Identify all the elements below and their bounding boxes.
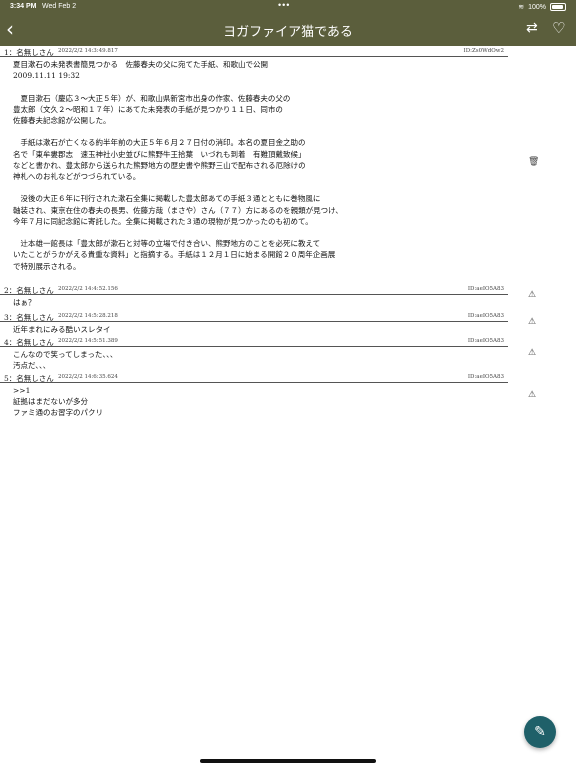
post-timestamp: 2022/2/2 14:6:35.624: [58, 373, 118, 380]
compose-button[interactable]: ✎: [524, 716, 556, 748]
warning-icon[interactable]: ⚠: [528, 390, 536, 400]
warning-icon[interactable]: ⚠: [528, 317, 536, 327]
status-right: ≋ 100%: [518, 3, 566, 11]
home-indicator[interactable]: [200, 759, 376, 763]
post-timestamp: 2022/2/2 14:5:51.389: [58, 337, 118, 344]
post-body: 近年まれにみる酷いスレタイ: [13, 325, 111, 334]
post-5: 5：名無しさん 2022/2/2 14:6:35.624 ID:aeIO5A83…: [0, 372, 508, 419]
warning-icon[interactable]: ⚠: [528, 348, 536, 358]
status-date: Wed Feb 2: [42, 3, 77, 10]
post-body: こんなので笑ってしまった、、、 汚点だ、、、: [13, 350, 118, 371]
post-3: 3：名無しさん 2022/2/2 14:5:28.218 ID:aeIO5A83…: [0, 311, 508, 335]
post-author[interactable]: 1：名無しさん: [4, 47, 54, 58]
post-timestamp: 2022/2/2 14:3:49.817: [58, 47, 118, 54]
post-2: 2：名無しさん 2022/2/2 14:4:52.156 ID:aeIO5A83…: [0, 284, 508, 308]
post-body: 夏目漱石の未発表書簡見つかる 佐藤春夫の父に宛てた手紙、和歌山で公開 2009.…: [13, 60, 343, 271]
warning-icon[interactable]: ⚠: [528, 290, 536, 300]
battery-percent: 100%: [528, 3, 546, 11]
trash-icon[interactable]: 🗑: [528, 157, 539, 167]
post-body: >>1 証拠はまだないが多分 ファミ通のお習字のパクリ: [13, 386, 103, 418]
post-header: 2：名無しさん 2022/2/2 14:4:52.156 ID:aeIO5A83: [0, 284, 508, 295]
post-timestamp: 2022/2/2 14:4:52.156: [58, 285, 118, 292]
post-author[interactable]: 2：名無しさん: [4, 285, 54, 296]
status-time: 3:34 PM: [10, 3, 37, 10]
post-1: 1：名無しさん 2022/2/2 14:3:49.817 ID:Zs0WdOw2…: [0, 46, 508, 272]
post-id[interactable]: ID:aeIO5A83: [468, 374, 504, 380]
heart-icon[interactable]: ♡: [552, 19, 565, 37]
post-header: 5：名無しさん 2022/2/2 14:6:35.624 ID:aeIO5A83: [0, 372, 508, 383]
post-header: 3：名無しさん 2022/2/2 14:5:28.218 ID:aeIO5A83: [0, 311, 508, 322]
post-author[interactable]: 5：名無しさん: [4, 373, 54, 384]
sync-icon[interactable]: ⇄: [526, 20, 538, 36]
navigation-bar: ‹ ヨガファイア猫である ⇄ ♡: [0, 14, 576, 46]
post-author[interactable]: 3：名無しさん: [4, 312, 54, 323]
post-id[interactable]: ID:aeIO5A83: [468, 286, 504, 292]
post-id[interactable]: ID:aeIO5A83: [468, 313, 504, 319]
post-header: 4：名無しさん 2022/2/2 14:5:51.389 ID:aeIO5A83: [0, 336, 508, 347]
post-id[interactable]: ID:aeIO5A83: [468, 338, 504, 344]
post-timestamp: 2022/2/2 14:5:28.218: [58, 312, 118, 319]
status-bar: 3:34 PM Wed Feb 2 ••• ≋ 100%: [0, 0, 576, 14]
thread-title: ヨガファイア猫である: [223, 25, 353, 40]
post-id[interactable]: ID:Zs0WdOw2: [464, 48, 504, 54]
post-body: はぁ？: [13, 298, 36, 307]
multitasking-dots-icon[interactable]: •••: [278, 0, 290, 10]
post-author[interactable]: 4：名無しさん: [4, 337, 54, 348]
battery-icon: [550, 3, 566, 11]
wifi-icon: ≋: [518, 4, 525, 11]
pencil-icon: ✎: [534, 724, 546, 740]
post-4: 4：名無しさん 2022/2/2 14:5:51.389 ID:aeIO5A83…: [0, 336, 508, 371]
post-header: 1：名無しさん 2022/2/2 14:3:49.817 ID:Zs0WdOw2: [0, 46, 508, 57]
